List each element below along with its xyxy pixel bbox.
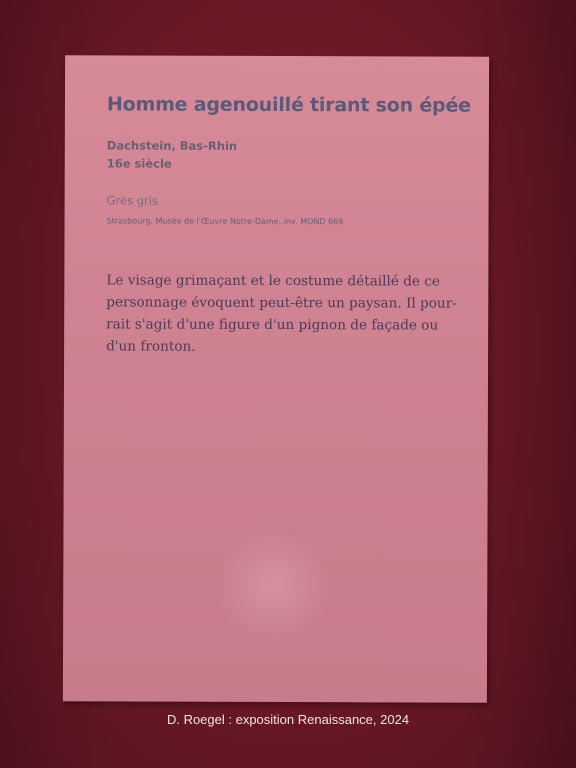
light-reflection xyxy=(213,525,334,647)
description-line: d'un fronton. xyxy=(106,338,196,355)
artwork-description: Le visage grimaçant et le costume détail… xyxy=(106,269,457,358)
description-line: Le visage grimaçant et le costume détail… xyxy=(106,272,440,290)
artwork-inventory: Strasbourg, Musée de l'Œuvre Notre-Dame,… xyxy=(106,216,344,227)
description-line: personnage évoquent peut-être un paysan.… xyxy=(106,294,457,312)
photo-caption: D. Roegel : exposition Renaissance, 2024 xyxy=(166,712,410,727)
description-line: rait s'agit d'une figure d'un pignon de … xyxy=(106,316,439,334)
artwork-material: Grès gris xyxy=(106,193,158,208)
artwork-origin: Dachstein, Bas-Rhin xyxy=(106,138,238,153)
artwork-title: Homme agenouillé tirant son épée xyxy=(106,93,471,117)
museum-label-card: Homme agenouillé tirant son épée Dachste… xyxy=(62,55,490,703)
artwork-date: 16e siècle xyxy=(106,156,172,171)
